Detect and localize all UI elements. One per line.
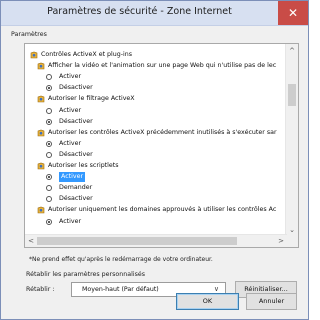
vertical-scrollbar[interactable]: ^ ⌄: [285, 44, 298, 237]
activex-settings-icon: [37, 62, 45, 70]
option-label: Désactiver: [59, 150, 93, 158]
activex-settings-icon: [37, 162, 45, 170]
option-label: Activer: [59, 217, 82, 225]
ok-button[interactable]: OK: [176, 293, 239, 310]
setting-label: Autoriser le filtrage ActiveX: [48, 95, 135, 103]
radio-button[interactable]: [46, 151, 52, 158]
option-label: Désactiver: [59, 195, 93, 203]
option-label: Activer: [59, 172, 86, 183]
horizontal-scrollbar[interactable]: < >: [25, 234, 287, 247]
radio-button[interactable]: [46, 118, 52, 125]
option-label: Désactiver: [59, 117, 93, 125]
radio-button[interactable]: [46, 107, 52, 114]
horizontal-scroll-thumb[interactable]: [37, 237, 237, 245]
settings-listbox[interactable]: Contrôles ActiveX et plug-ins Afficher la…: [24, 43, 299, 248]
title-bar: Paramètres de sécurité - Zone Internet ✕: [1, 1, 308, 26]
activex-settings-icon: [37, 129, 45, 137]
scroll-down-icon[interactable]: ⌄: [286, 225, 298, 235]
option-label: Activer: [59, 73, 82, 81]
vertical-scroll-thumb[interactable]: [288, 84, 296, 106]
radio-button[interactable]: [46, 74, 52, 81]
setting-label: Autoriser uniquement les domaines approu…: [48, 206, 277, 214]
category-label: Contrôles ActiveX et plug-ins: [41, 51, 133, 58]
setting-label: Afficher la vidéo et l'animation sur une…: [48, 62, 277, 70]
reset-label: Rétablir :: [26, 286, 55, 293]
radio-button[interactable]: [46, 85, 52, 92]
setting-label: Autoriser les contrôles ActiveX précédem…: [48, 128, 277, 136]
option-label: Désactiver: [59, 84, 93, 92]
activex-settings-icon: [37, 95, 45, 103]
radio-button[interactable]: [46, 140, 52, 147]
option-label: Activer: [59, 106, 82, 114]
restart-note: *Ne prend effet qu'après le redémarrage …: [29, 256, 213, 263]
reset-level-value: Moyen-haut (Par défaut): [82, 286, 159, 293]
scrollbar-corner: [286, 235, 298, 247]
option-label: Demander: [59, 184, 93, 192]
radio-button[interactable]: [46, 174, 52, 181]
option-label: Activer: [59, 139, 82, 147]
scroll-up-icon[interactable]: ^: [286, 46, 298, 56]
close-button[interactable]: ✕: [278, 1, 308, 25]
dialog-title: Paramètres de sécurité - Zone Internet: [47, 6, 232, 17]
activex-settings-icon: [30, 51, 38, 59]
cancel-button[interactable]: Annuler: [246, 293, 297, 310]
radio-button[interactable]: [46, 196, 52, 203]
scroll-left-icon[interactable]: <: [25, 236, 37, 246]
radio-button[interactable]: [46, 218, 52, 225]
setting-label: Autoriser les scriptlets: [48, 162, 119, 169]
activex-settings-icon: [37, 206, 45, 214]
radio-button[interactable]: [46, 185, 52, 192]
reset-heading: Rétablir les paramètres personnalisés: [26, 271, 146, 278]
settings-tree: Contrôles ActiveX et plug-ins Afficher la…: [25, 44, 287, 237]
settings-label: Paramètres: [11, 31, 47, 38]
security-settings-dialog: Paramètres de sécurité - Zone Internet ✕…: [0, 0, 309, 320]
